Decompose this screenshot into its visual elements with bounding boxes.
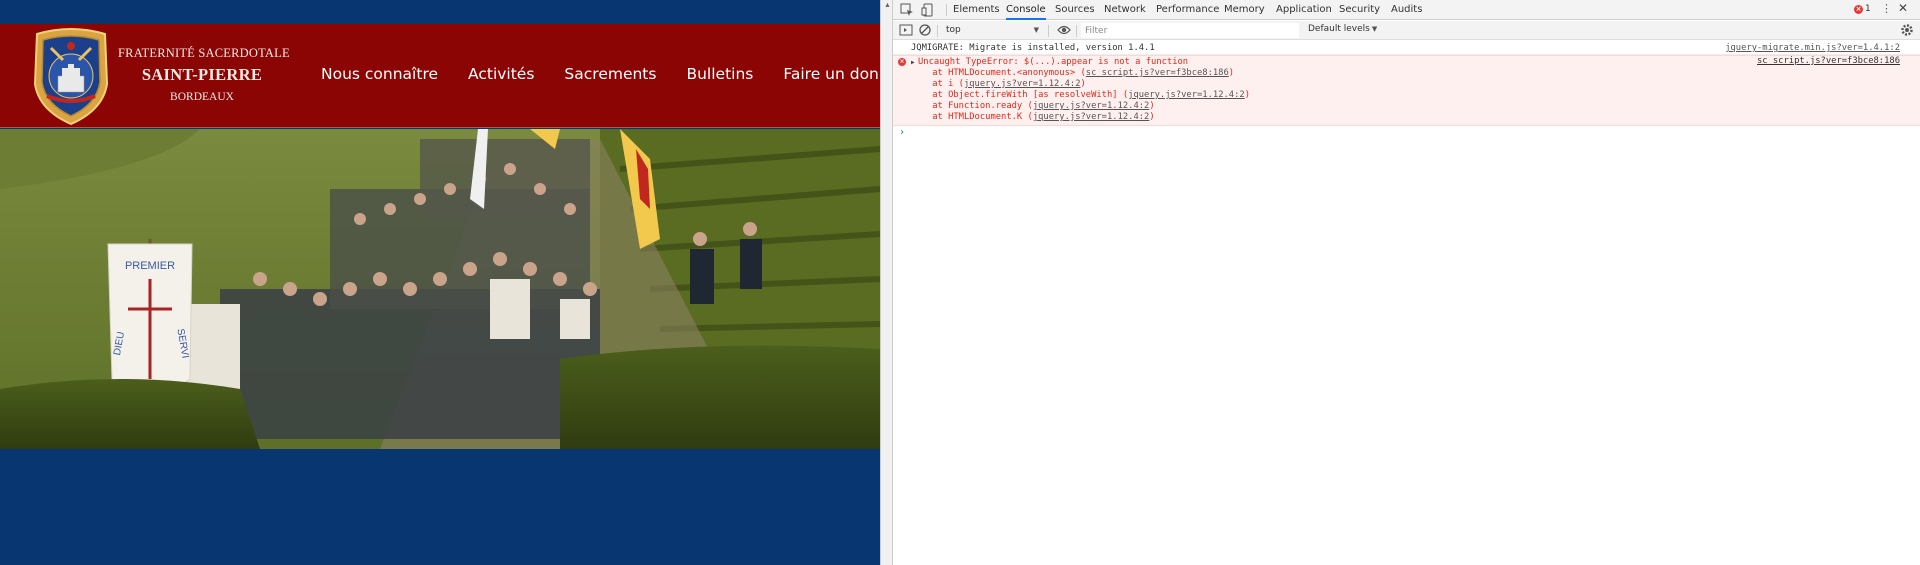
nav-item-faire-un-don[interactable]: Faire un don xyxy=(783,65,879,83)
tab-audits[interactable]: Audits xyxy=(1391,0,1422,20)
stack-frame-text: at HTMLDocument.K ( xyxy=(932,112,1033,122)
stack-frame-link[interactable]: jquery.js?ver=1.12.4:2 xyxy=(964,79,1081,89)
nav-item-sacrements[interactable]: Sacrements xyxy=(564,65,656,83)
stack-frame: at Object.fireWith [as resolveWith] (jqu… xyxy=(911,90,1914,101)
crest-logo[interactable] xyxy=(27,26,115,126)
site-header: FRATERNITÉ SACERDOTALE SAINT-PIERRE BORD… xyxy=(0,24,880,128)
hero-image: PREMIER DIEU SERVI xyxy=(0,129,880,449)
tab-security[interactable]: Security xyxy=(1339,0,1380,20)
error-count-badge[interactable]: × 1 xyxy=(1854,4,1871,14)
console-toolbar: top▼ Default levels▼ xyxy=(893,21,1920,40)
console-error-message: × ▶ Uncaught TypeError: $(...).appear is … xyxy=(893,55,1920,126)
toolbar-separator xyxy=(937,25,938,37)
stack-frame-text: at i ( xyxy=(932,79,964,89)
device-toolbar-icon[interactable] xyxy=(920,2,936,18)
prompt-chevron-icon: › xyxy=(899,127,906,138)
clear-console-icon[interactable] xyxy=(917,22,933,38)
log-levels-dropdown[interactable]: Default levels ▼ xyxy=(1308,24,1377,34)
context-select[interactable]: top ▼ xyxy=(943,23,1041,37)
context-value: top xyxy=(946,25,961,35)
tab-sources[interactable]: Sources xyxy=(1055,0,1095,20)
stack-frame-suffix: ) xyxy=(1080,79,1086,89)
stack-frame: at HTMLDocument.<anonymous> (sc_script.j… xyxy=(911,68,1914,79)
error-count: 1 xyxy=(1865,4,1871,14)
chevron-down-icon: ▼ xyxy=(1033,26,1039,34)
inspect-element-icon[interactable] xyxy=(899,2,915,18)
main-nav: Nous connaître Activités Sacrements Bull… xyxy=(321,65,880,83)
tab-network[interactable]: Network xyxy=(1104,0,1146,20)
nav-item-nous-connaitre[interactable]: Nous connaître xyxy=(321,65,438,83)
error-source-link[interactable]: sc_script.js?ver=f3bce8:186 xyxy=(1757,56,1900,66)
chevron-down-icon: ▼ xyxy=(1371,25,1378,33)
stack-frame-link[interactable]: sc_script.js?ver=f3bce8:186 xyxy=(1086,68,1229,78)
tab-console[interactable]: Console xyxy=(1006,0,1046,20)
brand-line-1: FRATERNITÉ SACERDOTALE xyxy=(118,46,290,60)
splitter-grip-icon: ▲ xyxy=(884,2,891,9)
stack-frame-text: at HTMLDocument.<anonymous> ( xyxy=(932,68,1086,78)
error-badge-icon: × xyxy=(1854,5,1863,14)
nav-item-activites[interactable]: Activités xyxy=(468,65,534,83)
brand-text[interactable]: FRATERNITÉ SACERDOTALE SAINT-PIERRE BORD… xyxy=(118,46,290,103)
stack-frame: at HTMLDocument.K (jquery.js?ver=1.12.4:… xyxy=(911,112,1914,123)
console-log-message: JQMIGRATE: Migrate is installed, version… xyxy=(893,41,1920,55)
brand-line-2: SAINT-PIERRE xyxy=(141,65,263,84)
error-text: Uncaught TypeError: $(...).appear is not… xyxy=(918,57,1189,67)
console-filter-input[interactable] xyxy=(1081,23,1299,38)
site-top-bar xyxy=(0,0,880,24)
brand-line-3: BORDEAUX xyxy=(170,91,234,103)
website-viewport: FRATERNITÉ SACERDOTALE SAINT-PIERRE BORD… xyxy=(0,0,880,565)
tab-elements[interactable]: Elements xyxy=(953,0,1000,20)
show-sidebar-icon[interactable] xyxy=(898,22,914,38)
expand-triangle-icon[interactable]: ▶ xyxy=(911,57,918,68)
stack-frame-link[interactable]: jquery.js?ver=1.12.4:2 xyxy=(1128,90,1245,100)
stack-frame: at Function.ready (jquery.js?ver=1.12.4:… xyxy=(911,101,1914,112)
stack-frame-link[interactable]: jquery.js?ver=1.12.4:2 xyxy=(1033,101,1150,111)
nav-item-bulletins[interactable]: Bulletins xyxy=(686,65,753,83)
error-icon: × xyxy=(898,58,906,66)
console-output: JQMIGRATE: Migrate is installed, version… xyxy=(893,41,1920,565)
banner-word-top: PREMIER xyxy=(125,260,175,272)
stack-frame-suffix: ) xyxy=(1244,90,1250,100)
devtools-tabbar: Elements Console Sources Network Perform… xyxy=(893,0,1920,20)
console-settings-gear-icon[interactable] xyxy=(1900,23,1914,37)
devtools-splitter[interactable]: ▲ xyxy=(880,0,893,565)
toolbar-separator xyxy=(1048,25,1049,37)
more-options-icon[interactable]: ⋮ xyxy=(1881,2,1892,15)
log-levels-label: Default levels xyxy=(1308,24,1370,34)
stack-frame-text: at Object.fireWith [as resolveWith] ( xyxy=(932,90,1129,100)
console-prompt[interactable]: › xyxy=(893,126,1920,140)
stack-frame-suffix: ) xyxy=(1149,101,1155,111)
tabbar-separator xyxy=(946,4,947,16)
stack-frame-suffix: ) xyxy=(1228,68,1235,78)
site-footer-area xyxy=(0,449,880,565)
close-devtools-icon[interactable]: ✕ xyxy=(1898,1,1908,15)
log-source-link[interactable]: jquery-migrate.min.js?ver=1.4.1:2 xyxy=(1725,41,1900,55)
tab-performance[interactable]: Performance xyxy=(1156,0,1219,20)
log-text: JQMIGRATE: Migrate is installed, version… xyxy=(911,43,1155,53)
tab-application[interactable]: Application xyxy=(1276,0,1332,20)
tab-memory[interactable]: Memory xyxy=(1224,0,1265,20)
toolbar-separator xyxy=(1076,25,1077,37)
live-expression-eye-icon[interactable] xyxy=(1057,24,1071,36)
stack-frame-text: at Function.ready ( xyxy=(932,101,1033,111)
stack-frame-suffix: ) xyxy=(1149,112,1155,122)
stack-frame-link[interactable]: jquery.js?ver=1.12.4:2 xyxy=(1033,112,1150,122)
devtools-panel: Elements Console Sources Network Perform… xyxy=(893,0,1920,565)
stack-frame: at i (jquery.js?ver=1.12.4:2) xyxy=(911,79,1914,90)
